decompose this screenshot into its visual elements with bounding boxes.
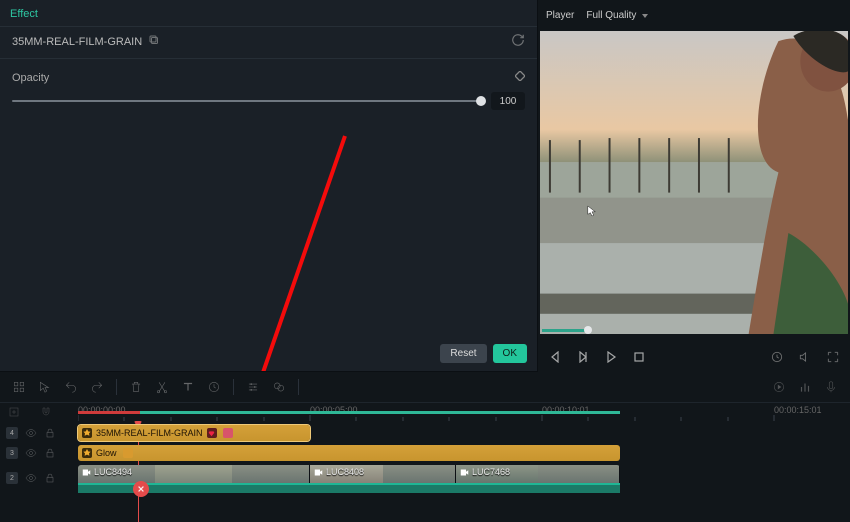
- track-fx-4: 4 35MM-REAL-FILM-GRAIN: [0, 423, 850, 443]
- preview-viewport[interactable]: [540, 31, 848, 334]
- video-clip-label: LUC7468: [472, 467, 510, 477]
- eye-icon[interactable]: [25, 472, 37, 484]
- track-layer-badge: 3: [6, 447, 18, 459]
- play-button[interactable]: [604, 350, 618, 364]
- color-icon[interactable]: [270, 378, 288, 396]
- keyframe-icon[interactable]: [515, 71, 525, 84]
- timecode: 00:00:15:01: [774, 405, 822, 415]
- effect-name: 35MM-REAL-FILM-GRAIN: [12, 36, 142, 48]
- player-panel: Player Full Quality: [538, 0, 850, 372]
- mask-icon: [223, 428, 233, 438]
- speed-icon[interactable]: [205, 378, 223, 396]
- adjust-icon[interactable]: [244, 378, 262, 396]
- chevron-down-icon: [642, 14, 648, 18]
- lock-icon[interactable]: [44, 472, 56, 484]
- track-layer-badge: 4: [6, 427, 18, 439]
- timeline-toolbar: [0, 372, 850, 403]
- split-icon[interactable]: [153, 378, 171, 396]
- opacity-slider-handle[interactable]: [476, 96, 486, 106]
- gem-icon: [207, 428, 217, 438]
- playback-progress-handle[interactable]: [584, 326, 592, 334]
- mixer-icon[interactable]: [796, 378, 814, 396]
- record-icon[interactable]: [822, 378, 840, 396]
- playback-progress[interactable]: [542, 329, 588, 332]
- eye-icon[interactable]: [25, 427, 37, 439]
- video-clip-label: LUC8494: [94, 467, 132, 477]
- effect-clip-label: Glow: [96, 448, 117, 458]
- stop-button[interactable]: [632, 350, 646, 364]
- next-frame-button[interactable]: [576, 350, 590, 364]
- refresh-icon[interactable]: [511, 33, 525, 50]
- magnet-icon[interactable]: [40, 406, 54, 420]
- video-icon: [314, 468, 323, 477]
- add-track-icon[interactable]: [8, 406, 22, 420]
- opacity-value[interactable]: 100: [491, 92, 525, 110]
- timeline-ruler[interactable]: 00:00:00:00 00:00:05:00 00:00:10:01 00:0…: [78, 403, 850, 423]
- opacity-slider[interactable]: [12, 100, 481, 102]
- selection-tool-icon[interactable]: [36, 378, 54, 396]
- copy-icon[interactable]: [148, 34, 160, 49]
- cursor-icon: [587, 205, 597, 217]
- track-layer-badge: 2: [6, 472, 18, 484]
- render-icon[interactable]: [770, 378, 788, 396]
- opacity-label: Opacity: [12, 72, 49, 84]
- fullscreen-button[interactable]: [826, 350, 840, 364]
- delete-icon[interactable]: [127, 378, 145, 396]
- edit-tool-icon[interactable]: [10, 378, 28, 396]
- video-icon: [82, 468, 91, 477]
- video-icon: [460, 468, 469, 477]
- effect-clip-label: 35MM-REAL-FILM-GRAIN: [96, 428, 203, 438]
- marker-icon[interactable]: [133, 481, 149, 497]
- reset-button[interactable]: Reset: [440, 344, 486, 363]
- text-tool-icon[interactable]: [179, 378, 197, 396]
- prev-frame-button[interactable]: [548, 350, 562, 364]
- lock-icon[interactable]: [44, 447, 56, 459]
- mask-icon: [123, 448, 133, 458]
- redo-icon[interactable]: [88, 378, 106, 396]
- undo-icon[interactable]: [62, 378, 80, 396]
- lock-icon[interactable]: [44, 427, 56, 439]
- timeline-panel: 00:00:00:00 00:00:05:00 00:00:10:01 00:0…: [0, 372, 850, 522]
- quality-label: Full Quality: [586, 10, 636, 21]
- mute-button[interactable]: [798, 350, 812, 364]
- effect-icon: [82, 428, 92, 438]
- effect-clip-glow[interactable]: Glow: [78, 445, 620, 461]
- video-clip-label: LUC8408: [326, 467, 364, 477]
- ok-button[interactable]: OK: [493, 344, 527, 363]
- quality-dropdown[interactable]: Full Quality: [586, 10, 648, 21]
- audio-waveform[interactable]: [78, 483, 620, 493]
- loop-button[interactable]: [770, 350, 784, 364]
- effect-panel: Effect 35MM-REAL-FILM-GRAIN Opacity: [0, 0, 538, 372]
- track-video-2: 2 LUC8494 LUC8408: [0, 463, 850, 493]
- track-fx-3: 3 Glow: [0, 443, 850, 463]
- effect-icon: [82, 448, 92, 458]
- effect-tab[interactable]: Effect: [10, 8, 38, 20]
- player-label: Player: [546, 10, 574, 21]
- eye-icon[interactable]: [25, 447, 37, 459]
- effect-clip-film-grain[interactable]: 35MM-REAL-FILM-GRAIN: [78, 425, 310, 441]
